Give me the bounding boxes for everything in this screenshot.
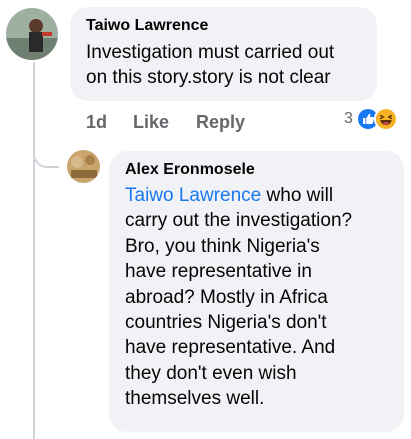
comment-text-line: on this story.story is not clear [86,67,331,88]
reaction-count: 3 [344,110,353,127]
reply-text-segment: who will [261,185,334,206]
reply-text-line: have representative in [125,261,312,283]
reply-author[interactable]: Alex Eronmosele [125,160,255,180]
reply-text-line: Taiwo Lawrence who will [125,183,333,208]
reply-text-line: they don't even wish [125,362,297,384]
reply-connector [33,138,59,168]
mention-link[interactable]: Taiwo Lawrence [125,185,261,206]
like-button[interactable]: Like [133,111,169,133]
thread-line [33,62,35,439]
reply-avatar[interactable] [67,150,100,183]
reply-text-line: have representative. And [125,337,336,359]
reactions[interactable]: 3 [344,107,398,131]
avatar[interactable] [6,8,58,60]
comment-author[interactable]: Taiwo Lawrence [86,16,208,36]
reply-text-line: themselves well. [125,388,265,410]
haha-icon [373,107,398,131]
reply-text-line: carry out the investigation? [125,210,353,232]
reply-text-line: countries Nigeria's don't [125,312,327,333]
reply-text-line: abroad? Mostly in Africa [125,286,328,308]
reply-button[interactable]: Reply [196,111,245,133]
reply-text-line: Bro, you think Nigeria's [125,235,320,257]
comment-text-line: Investigation must carried out [86,42,335,63]
comment-time[interactable]: 1d [86,111,107,133]
